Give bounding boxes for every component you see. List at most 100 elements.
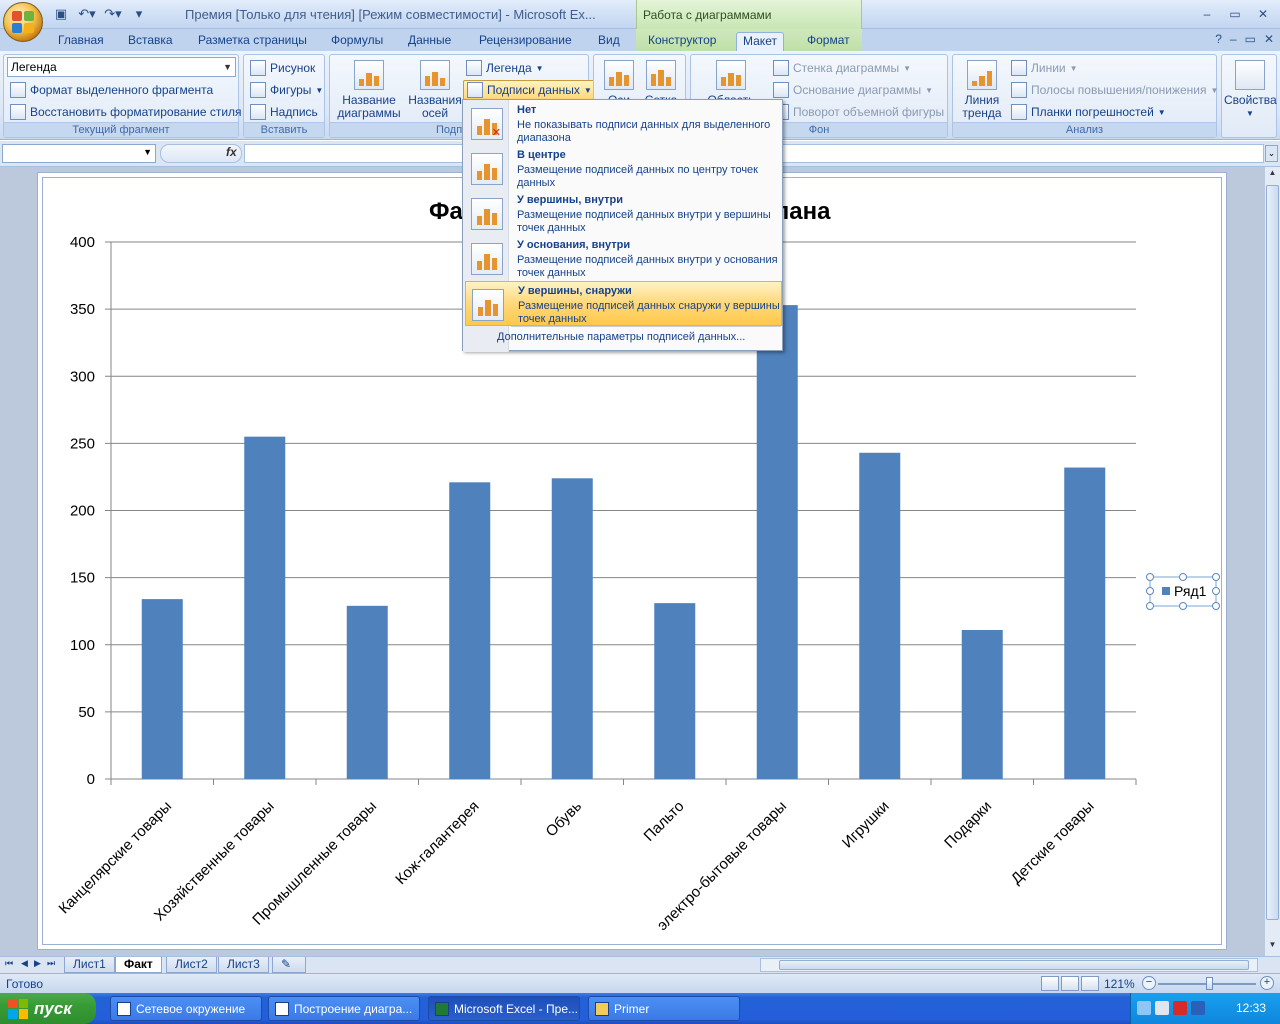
next-sheet-arrow-icon[interactable]: ▶ — [34, 958, 41, 969]
selection-handle[interactable] — [1212, 602, 1220, 610]
bar[interactable] — [449, 482, 491, 779]
menu-item-none[interactable]: ✕ Нет Не показывать подписи данных для в… — [465, 101, 782, 146]
insert-shapes-button[interactable]: Фигуры ▼ — [250, 80, 323, 100]
tab-format[interactable]: Формат — [801, 32, 856, 51]
tray-antivirus-icon[interactable] — [1173, 1001, 1187, 1015]
reset-style-button[interactable]: Восстановить форматирование стиля — [10, 102, 242, 122]
taskbar-item-network[interactable]: Сетевое окружение — [110, 996, 262, 1021]
tray-arrow-icon[interactable] — [1137, 1001, 1151, 1015]
chart-legend[interactable]: Ряд1 — [1146, 573, 1220, 610]
zoom-slider-thumb[interactable] — [1206, 977, 1213, 990]
chart-floor-button[interactable]: Основание диаграммы ▼ — [773, 80, 933, 100]
workbook-close-icon[interactable]: ✕ — [1264, 32, 1274, 46]
taskbar-item-primer[interactable]: Primer — [588, 996, 740, 1021]
zoom-out-icon[interactable]: − — [1142, 976, 1156, 990]
page-layout-view-icon[interactable] — [1061, 976, 1079, 991]
redo-icon[interactable]: ↷▾ — [102, 5, 124, 23]
insert-textbox-button[interactable]: Надпись — [250, 102, 318, 122]
menu-item-outside-end[interactable]: У вершины, снаружи Размещение подписей д… — [465, 281, 782, 326]
tab-formulas[interactable]: Формулы — [325, 32, 389, 51]
selection-handle[interactable] — [1146, 573, 1154, 581]
scroll-up-arrow-icon[interactable]: ▲ — [1266, 168, 1279, 183]
menu-item-center[interactable]: В центре Размещение подписей данных по ц… — [465, 146, 782, 191]
vertical-scrollbar[interactable]: ▲ ▼ — [1264, 167, 1280, 956]
taskbar-item-word[interactable]: Построение диагра... — [268, 996, 420, 1021]
expand-formula-bar-icon[interactable]: ⌄ — [1265, 145, 1278, 162]
insert-picture-button[interactable]: Рисунок — [250, 58, 315, 78]
selection-handle[interactable] — [1212, 573, 1220, 581]
tab-design[interactable]: Конструктор — [642, 32, 722, 51]
sheet-tab-list1[interactable]: Лист1 — [64, 957, 115, 973]
tray-app-icon[interactable] — [1191, 1001, 1205, 1015]
tab-review[interactable]: Рецензирование — [473, 32, 578, 51]
scroll-down-arrow-icon[interactable]: ▼ — [1266, 940, 1279, 955]
insert-sheet-icon[interactable]: ✎ — [272, 957, 306, 973]
tab-layout[interactable]: Макет — [736, 32, 784, 51]
tab-page-layout[interactable]: Разметка страницы — [192, 32, 313, 51]
normal-view-icon[interactable] — [1041, 976, 1059, 991]
prev-sheet-arrow-icon[interactable]: ◀ — [21, 958, 28, 969]
format-selection-button[interactable]: Формат выделенного фрагмента — [10, 80, 213, 100]
chart-element-selector[interactable]: Легенда ▼ — [7, 57, 236, 77]
workbook-restore-icon[interactable]: ▭ — [1245, 32, 1256, 46]
bar[interactable] — [961, 629, 1003, 779]
updown-bars-button[interactable]: Полосы повышения/понижения ▼ — [1011, 80, 1218, 100]
data-labels-button[interactable]: Подписи данных ▼ — [463, 80, 596, 100]
fx-icon[interactable]: fx — [226, 145, 237, 159]
taskbar-item-excel[interactable]: Microsoft Excel - Пре... — [428, 996, 580, 1021]
zoom-level[interactable]: 121% — [1104, 977, 1135, 991]
tab-insert[interactable]: Вставка — [122, 32, 179, 51]
3d-rotation-button[interactable]: Поворот объемной фигуры — [773, 102, 944, 122]
selection-handle[interactable] — [1146, 587, 1154, 595]
bar[interactable] — [654, 603, 696, 779]
bar[interactable] — [141, 599, 183, 779]
save-icon[interactable]: ▣ — [50, 5, 72, 23]
menu-item-inside-end[interactable]: У вершины, внутри Размещение подписей да… — [465, 191, 782, 236]
close-icon[interactable]: ✕ — [1250, 4, 1276, 24]
customize-qat-icon[interactable]: ▾ — [128, 5, 150, 23]
start-button[interactable]: пуск — [0, 993, 96, 1024]
vertical-scroll-thumb[interactable] — [1266, 185, 1279, 920]
zoom-in-icon[interactable]: + — [1260, 976, 1274, 990]
trendline-button[interactable]: Линия тренда — [957, 60, 1007, 120]
properties-button[interactable]: Свойства ▼ — [1224, 60, 1277, 120]
sheet-tab-list3[interactable]: Лист3 — [218, 957, 269, 973]
bar[interactable] — [244, 436, 286, 779]
workbook-minimize-icon[interactable]: – — [1230, 32, 1237, 46]
bar[interactable] — [346, 605, 388, 779]
office-button[interactable] — [3, 2, 43, 42]
selection-handle[interactable] — [1179, 602, 1187, 610]
name-box[interactable]: ▼ — [2, 144, 156, 163]
sheet-tab-list2[interactable]: Лист2 — [166, 957, 217, 973]
chart-title-button[interactable]: Название диаграммы — [334, 60, 404, 120]
help-icon[interactable]: ? — [1215, 32, 1222, 46]
horizontal-scroll-thumb[interactable] — [779, 960, 1249, 970]
chart-wall-button[interactable]: Стенка диаграммы ▼ — [773, 58, 911, 78]
tray-network-icon[interactable] — [1155, 1001, 1169, 1015]
minimize-icon[interactable]: – — [1194, 4, 1220, 24]
tab-home[interactable]: Главная — [52, 32, 110, 51]
selection-handle[interactable] — [1212, 587, 1220, 595]
page-break-view-icon[interactable] — [1081, 976, 1099, 991]
lines-button[interactable]: Линии ▼ — [1011, 58, 1078, 78]
tab-view[interactable]: Вид — [592, 32, 626, 51]
bar[interactable] — [756, 305, 798, 779]
first-sheet-arrow-icon[interactable]: ⏮ — [5, 958, 13, 969]
sheet-tab-fact[interactable]: Факт — [115, 957, 162, 973]
chart-title-fragment-left[interactable]: Фа — [429, 198, 463, 225]
maximize-icon[interactable]: ▭ — [1222, 4, 1248, 24]
menu-item-inside-base[interactable]: У основания, внутри Размещение подписей … — [465, 236, 782, 281]
more-data-label-options[interactable]: Дополнительные параметры подписей данных… — [497, 331, 745, 343]
bar[interactable] — [551, 478, 593, 779]
bar[interactable] — [1064, 467, 1106, 779]
error-bars-button[interactable]: Планки погрешностей ▼ — [1011, 102, 1166, 122]
tab-data[interactable]: Данные — [402, 32, 457, 51]
selection-handle[interactable] — [1179, 573, 1187, 581]
bar[interactable] — [859, 452, 901, 779]
axis-titles-button[interactable]: Названия осей — [404, 60, 466, 120]
undo-icon[interactable]: ↶▾ — [76, 5, 98, 23]
selection-handle[interactable] — [1146, 602, 1154, 610]
last-sheet-arrow-icon[interactable]: ⏭ — [47, 958, 55, 969]
legend-button[interactable]: Легенда ▼ — [466, 58, 544, 78]
horizontal-scrollbar[interactable] — [760, 958, 1258, 972]
